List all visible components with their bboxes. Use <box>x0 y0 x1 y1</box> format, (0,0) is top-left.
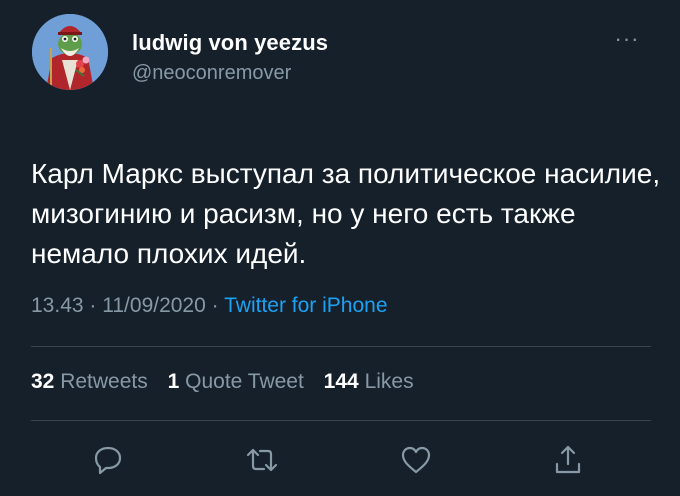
quotes-count: 1 <box>167 370 180 393</box>
avatar-image <box>32 14 108 90</box>
avatar[interactable] <box>32 14 108 90</box>
retweets-count: 32 <box>31 370 55 393</box>
retweet-icon[interactable] <box>244 442 280 478</box>
tweet-date[interactable]: 11/09/2020 <box>102 294 206 317</box>
divider <box>31 346 651 347</box>
tweet-stats: 32 Retweets 1 Quote Tweet 144 Likes <box>31 370 414 394</box>
retweets-stat[interactable]: 32 Retweets <box>31 370 148 393</box>
meta-separator: · <box>211 294 219 317</box>
heart-icon[interactable] <box>398 442 434 478</box>
tweet-source-link[interactable]: Twitter for iPhone <box>224 294 387 317</box>
tweet-meta: 13.43 · 11/09/2020 · Twitter for iPhone <box>31 294 388 318</box>
likes-stat[interactable]: 144 Likes <box>324 370 414 393</box>
tweet-time[interactable]: 13.43 <box>31 294 84 317</box>
tweet: ludwig von yeezus @neoconremover ··· Кар… <box>0 0 680 496</box>
share-icon[interactable] <box>550 442 586 478</box>
reply-icon[interactable] <box>90 442 126 478</box>
likes-count: 144 <box>323 370 359 393</box>
retweets-label: Retweets <box>60 370 148 393</box>
quotes-stat[interactable]: 1 Quote Tweet <box>168 370 304 393</box>
user-handle[interactable]: @neoconremover <box>132 62 291 85</box>
display-name[interactable]: ludwig von yeezus <box>132 30 328 56</box>
divider <box>31 420 651 421</box>
quotes-label: Quote Tweet <box>185 370 304 393</box>
tweet-text: Карл Маркс выступал за политическое наси… <box>31 158 661 269</box>
more-icon[interactable]: ··· <box>612 28 642 50</box>
likes-label: Likes <box>364 370 414 393</box>
meta-separator: · <box>89 294 97 317</box>
